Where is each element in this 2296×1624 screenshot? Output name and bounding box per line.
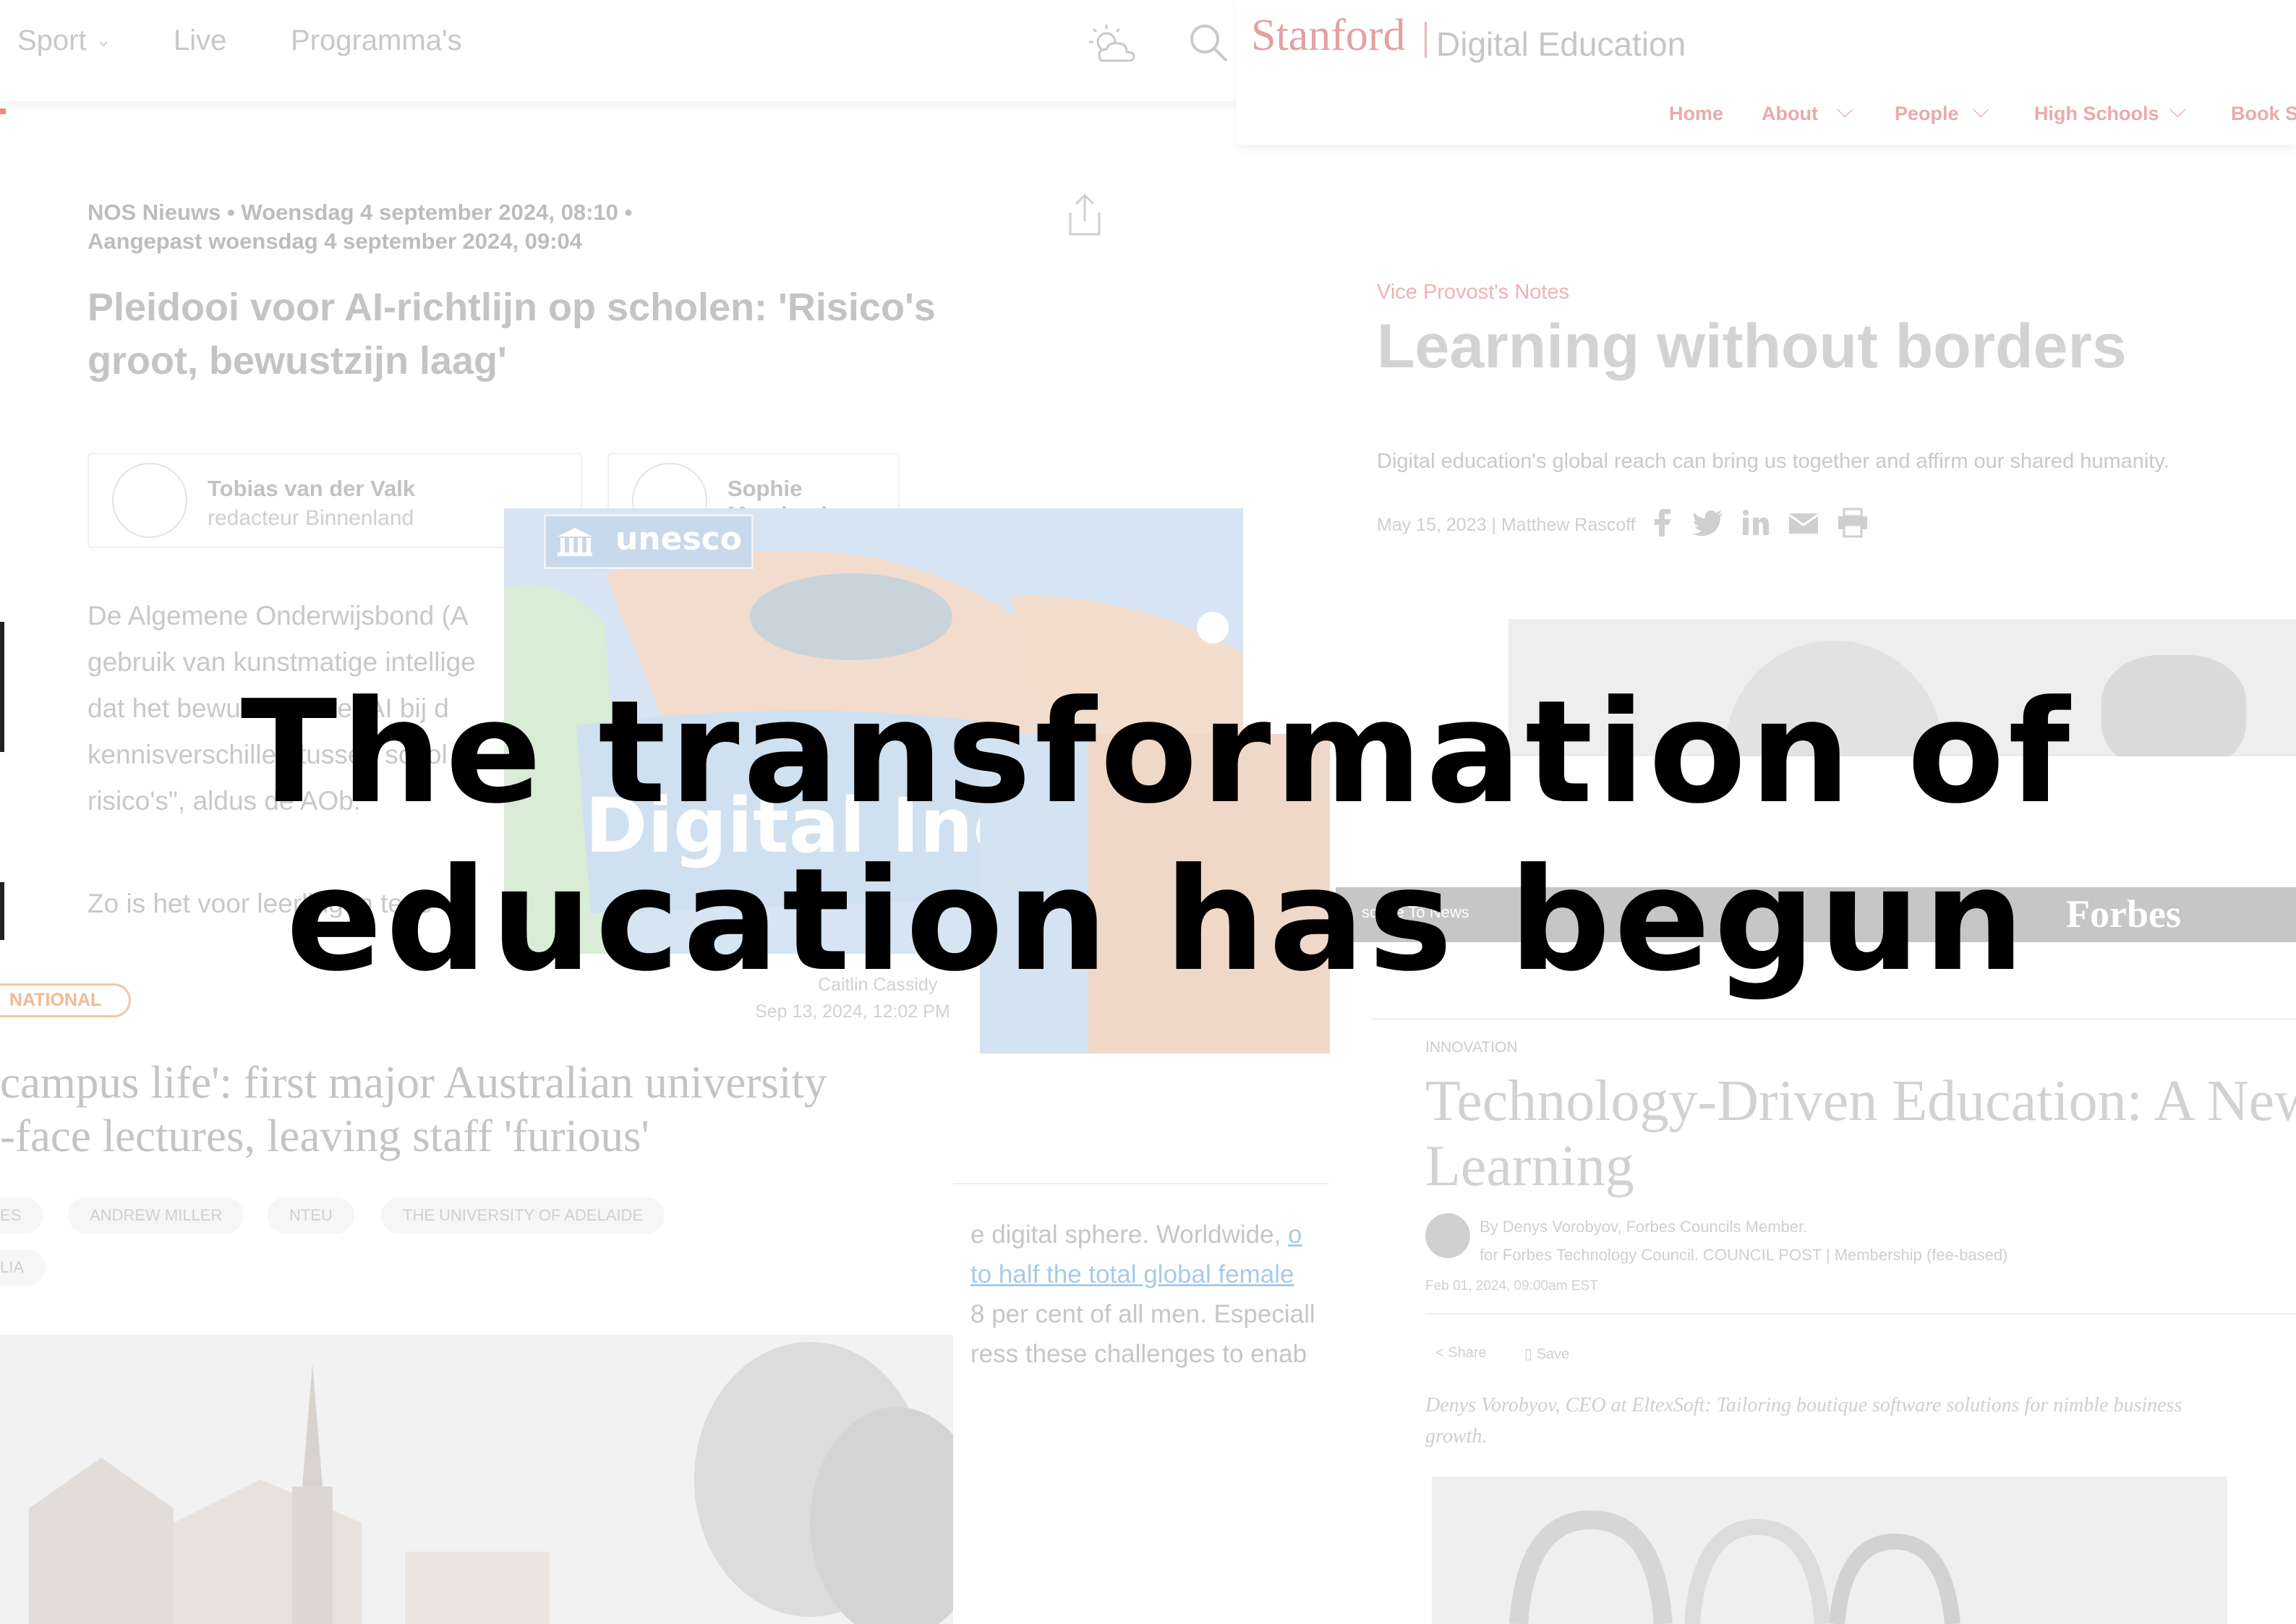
tag[interactable]: ES (0, 1197, 43, 1234)
article-link[interactable]: to half the total global female (970, 1260, 1294, 1288)
nav-home[interactable]: Home (1669, 103, 1723, 125)
unesco-logo-text: unesco (615, 521, 742, 557)
chevron-down-icon[interactable]: ⌵ (2169, 98, 2186, 123)
linkedin-icon[interactable] (1741, 509, 1770, 537)
divider (1370, 1018, 2296, 1020)
university-photo (0, 1335, 953, 1624)
article-byline: May 15, 2023 | Matthew Rascoff (1377, 515, 1636, 535)
article-byline: By Denys Vorobyov, Forbes Councils Membe… (1480, 1218, 1808, 1236)
chevron-down-icon[interactable]: ⌄ (95, 29, 111, 51)
temple-icon (558, 528, 592, 556)
nav-programmas[interactable]: Programma's (291, 25, 462, 57)
tag[interactable]: LIA (0, 1249, 46, 1286)
save-label: Save (1536, 1346, 1570, 1362)
divider (953, 1183, 1329, 1184)
image-caption: Denys Vorobyov, CEO at EltexSoft: Tailor… (1425, 1394, 2182, 1448)
article-title: Pleidooi voor AI-richtlijn op scholen: '… (88, 286, 936, 383)
headphones-illustration (1509, 1510, 1960, 1624)
article-date: Sep 13, 2024, 12:02 PM (755, 1001, 950, 1022)
article-title: campus life': first major Australian uni… (0, 1056, 962, 1163)
title-line: campus life': first major Australian uni… (0, 1057, 827, 1108)
stanford-header: Stanford Digital Education Home About ⌵ … (1237, 0, 2296, 145)
tag[interactable]: ANDREW MILLER (68, 1197, 244, 1234)
email-icon[interactable] (1788, 512, 1819, 535)
section-badge[interactable]: NATIONAL (0, 983, 132, 1017)
nos-nav-bar: Sport ⌄ Live Programma's (0, 0, 1237, 101)
chevron-down-icon[interactable]: ⌵ (1837, 98, 1853, 123)
article-description: Digital education's global reach can bri… (1377, 450, 2169, 473)
headline-line: education has begun (286, 838, 2028, 1003)
avatar[interactable] (1425, 1213, 1470, 1258)
nav-book-se[interactable]: Book Se (2231, 103, 2296, 125)
article-title: Technology-Driven Education: A New E Lea… (1425, 1069, 2296, 1198)
nav-sport[interactable]: Sport (17, 25, 87, 57)
accent-mark (0, 108, 6, 114)
nav-high-schools[interactable]: High Schools (2034, 103, 2159, 125)
headline-line: The transformation of (240, 670, 2074, 835)
building-illustration (0, 1335, 953, 1624)
divider (1425, 1313, 2296, 1315)
share-icon: < (1435, 1345, 1444, 1361)
avatar (112, 463, 187, 538)
twitter-icon[interactable] (1692, 509, 1724, 537)
logo-divider (1425, 22, 1427, 58)
save-button[interactable]: ▯ Save (1524, 1345, 1569, 1363)
article-line: 8 per cent of all men. Especiall (970, 1300, 1315, 1328)
search-icon[interactable] (1186, 20, 1232, 67)
author-role: redacteur Binnenland (208, 506, 414, 530)
nav-live[interactable]: Live (174, 25, 226, 57)
article-text: e digital sphere. Worldwide, (970, 1221, 1289, 1249)
author-name: Tobias van der Valk (208, 476, 416, 501)
article-updated: Aangepast woensdag 4 september 2024, 09:… (88, 228, 583, 254)
bookmark-icon: ▯ (1524, 1346, 1533, 1362)
tag[interactable]: THE UNIVERSITY OF ADELAIDE (381, 1197, 665, 1234)
article-line: e digital sphere. Worldwide, o (970, 1221, 1302, 1249)
stanford-sub-brand: Digital Education (1436, 25, 1686, 63)
edge-fragment (0, 882, 4, 940)
share-icon[interactable] (1063, 189, 1106, 240)
facebook-icon[interactable] (1652, 506, 1678, 538)
weather-icon[interactable] (1085, 20, 1143, 71)
article-line: ress these challenges to enab (970, 1340, 1307, 1368)
paragraph-line: De Algemene Onderwijsbond (A (88, 601, 469, 631)
print-icon[interactable] (1837, 508, 1869, 538)
article-category[interactable]: Vice Provost's Notes (1377, 281, 1569, 304)
article-meta: NOS Nieuws • Woensdag 4 september 2024, … (88, 200, 633, 225)
chevron-down-icon[interactable]: ⌵ (1973, 98, 1989, 123)
unesco-logo: unesco (544, 514, 754, 569)
nav-people[interactable]: People (1895, 103, 1959, 125)
edge-fragment (0, 622, 4, 752)
title-line: -face lectures, leaving staff 'furious' (0, 1111, 649, 1161)
share-label: Share (1448, 1345, 1487, 1361)
stanford-logo[interactable]: Stanford (1251, 10, 1406, 61)
headline: The transformation of education has begu… (188, 669, 2126, 1004)
article-title: Learning without borders (1377, 312, 2127, 381)
article-category[interactable]: INNOVATION (1425, 1039, 1518, 1056)
article-link[interactable]: o (1288, 1221, 1302, 1249)
nav-about[interactable]: About (1762, 103, 1818, 125)
forbes-photo (1432, 1476, 2227, 1624)
article-line: to half the total global female (970, 1260, 1294, 1289)
article-byline-council: for Forbes Technology Council. COUNCIL P… (1480, 1246, 2008, 1264)
tag[interactable]: NTEU (268, 1197, 354, 1234)
share-button[interactable]: < Share (1435, 1345, 1487, 1362)
article-date: Feb 01, 2024, 09:00am EST (1425, 1278, 1598, 1294)
